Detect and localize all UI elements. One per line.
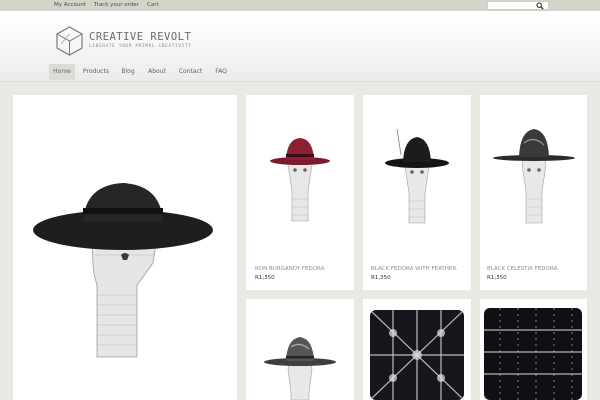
cube-logo-icon[interactable] <box>56 26 83 56</box>
nav-contact[interactable]: Contact <box>175 64 206 80</box>
product-card[interactable] <box>480 299 587 400</box>
search-icon[interactable] <box>536 2 544 10</box>
grey-fedora-image[interactable] <box>258 333 342 400</box>
striped-cushion-image[interactable] <box>482 306 584 400</box>
top-bar: My Account Track your order Cart <box>0 0 600 20</box>
nav-products[interactable]: Products <box>81 64 111 80</box>
product-card[interactable] <box>363 299 471 400</box>
product-price: R1,350 <box>371 275 391 281</box>
shibori-cushion-image[interactable] <box>368 306 466 400</box>
nav-about[interactable]: About <box>145 64 169 80</box>
my-account-link[interactable]: My Account <box>54 2 86 8</box>
product-price: R1,350 <box>255 275 275 281</box>
product-title[interactable]: BLACK FEDORA WITH FEATHER. <box>371 266 458 272</box>
product-title[interactable]: RON BURGANDY FEDORA <box>255 266 324 272</box>
product-price: R1,350 <box>487 275 507 281</box>
nav-home[interactable]: Home <box>49 64 75 80</box>
cart-link[interactable]: Cart <box>147 2 159 8</box>
burgundy-fedora-image[interactable] <box>260 123 340 223</box>
nav-blog[interactable]: Blog <box>117 64 139 80</box>
product-card[interactable]: BLACK CELESTIA FEDORA. R1,350 <box>480 95 587 290</box>
nav-faq[interactable]: FAQ <box>211 64 231 80</box>
black-fedora-feather-image[interactable] <box>377 125 457 225</box>
product-card[interactable] <box>246 299 354 400</box>
featured-hat-image[interactable] <box>13 95 237 400</box>
product-card[interactable]: RON BURGANDY FEDORA R1,350 <box>246 95 354 290</box>
track-order-link[interactable]: Track your order <box>94 2 139 8</box>
site-header: CREATIVE REVOLT LIBERATE YOUR PRIMAL CRE… <box>0 11 600 82</box>
featured-product-card[interactable] <box>13 95 237 400</box>
black-celestia-fedora-image[interactable] <box>492 123 576 225</box>
product-card[interactable]: BLACK FEDORA WITH FEATHER. R1,350 <box>363 95 471 290</box>
brand-tagline: LIBERATE YOUR PRIMAL CREATIVITY <box>89 44 192 49</box>
brand-title[interactable]: CREATIVE REVOLT <box>89 31 191 43</box>
product-title[interactable]: BLACK CELESTIA FEDORA. <box>487 266 559 272</box>
